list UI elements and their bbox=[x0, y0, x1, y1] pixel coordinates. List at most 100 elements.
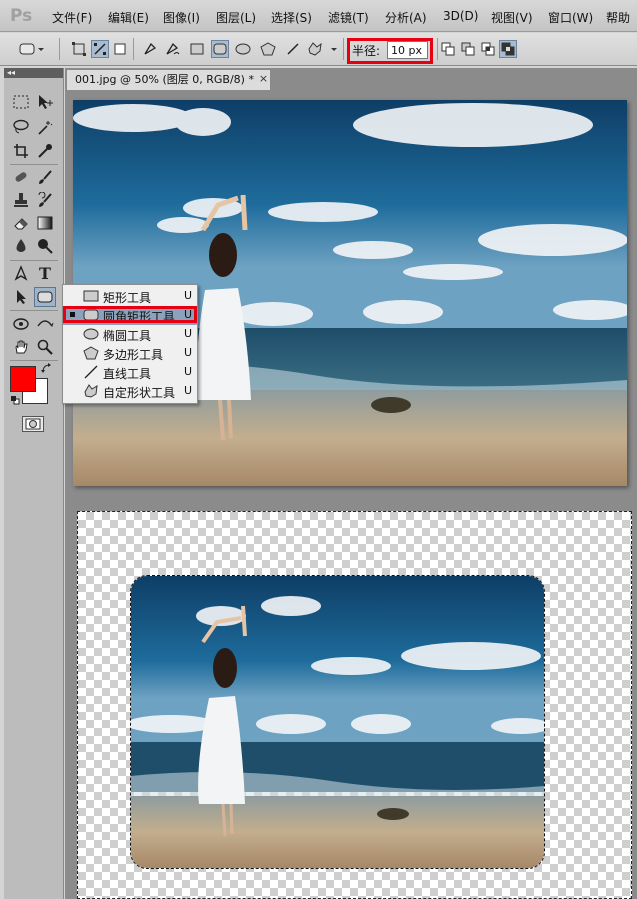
menu-layer[interactable]: 图层(L) bbox=[216, 9, 256, 26]
flyout-label: 多边形工具 bbox=[103, 348, 164, 362]
shape-layers-icon bbox=[72, 42, 86, 56]
polygon-icon bbox=[260, 42, 276, 56]
rounded-corner-photo[interactable] bbox=[130, 575, 545, 869]
rounded-rectangle-icon bbox=[37, 291, 53, 303]
flyout-item-rectangle[interactable]: 矩形工具 U bbox=[63, 287, 197, 306]
droplet-icon bbox=[16, 239, 26, 252]
menu-bar: Ps 文件(F) 编辑(E) 图像(I) 图层(L) 选择(S) 滤镜(T) 分… bbox=[0, 0, 637, 32]
flyout-item-ellipse[interactable]: 椭圆工具 U bbox=[63, 325, 197, 344]
swap-colors-button[interactable] bbox=[40, 362, 54, 376]
history-brush-tool[interactable] bbox=[34, 190, 56, 210]
blur-tool[interactable] bbox=[10, 236, 32, 256]
rounded-rectangle-tool[interactable] bbox=[34, 287, 56, 307]
radius-highlight-box bbox=[347, 38, 433, 64]
marquee-icon bbox=[13, 95, 29, 109]
intersect-shape-icon bbox=[481, 42, 495, 56]
rounded-rectangle-icon bbox=[19, 43, 44, 55]
marquee-tool[interactable] bbox=[10, 92, 32, 112]
brush-tool[interactable] bbox=[34, 167, 56, 187]
exclude-button[interactable] bbox=[499, 40, 517, 58]
clone-stamp-tool[interactable] bbox=[10, 190, 32, 210]
flyout-shortcut: U bbox=[184, 346, 193, 359]
eyedropper-tool[interactable] bbox=[34, 141, 56, 161]
path-selection-tool[interactable] bbox=[10, 287, 32, 307]
app-logo: Ps bbox=[10, 6, 33, 26]
zoom-icon bbox=[37, 339, 53, 355]
menu-file[interactable]: 文件(F) bbox=[52, 9, 92, 26]
move-tool[interactable] bbox=[34, 92, 56, 112]
menu-help[interactable]: 帮助 bbox=[606, 9, 630, 26]
lasso-icon bbox=[13, 119, 29, 134]
3d-orbit-icon bbox=[37, 320, 54, 327]
history-brush-icon bbox=[38, 192, 52, 207]
eraser-icon bbox=[14, 218, 28, 230]
tools-panel-header[interactable]: ◂◂ bbox=[4, 68, 63, 78]
combine-button[interactable] bbox=[439, 40, 457, 58]
hand-icon bbox=[15, 340, 28, 354]
freeform-pen-button[interactable] bbox=[163, 40, 181, 58]
rectangle-icon bbox=[190, 43, 204, 55]
fill-pixels-button[interactable] bbox=[111, 40, 129, 58]
shape-layers-button[interactable] bbox=[70, 40, 88, 58]
hand-tool[interactable] bbox=[10, 337, 32, 357]
foreground-color-swatch[interactable] bbox=[10, 366, 36, 392]
polygon-tool-button[interactable] bbox=[259, 40, 277, 58]
ellipse-tool-button[interactable] bbox=[234, 40, 252, 58]
magic-wand-tool[interactable] bbox=[34, 117, 56, 137]
rectangle-tool-button[interactable] bbox=[188, 40, 206, 58]
line-icon bbox=[287, 43, 299, 55]
default-colors-button[interactable] bbox=[10, 394, 20, 405]
ellipse-icon bbox=[83, 328, 99, 340]
3d-orbit-tool[interactable] bbox=[34, 314, 56, 334]
paths-button[interactable] bbox=[91, 40, 109, 58]
line-tool-button[interactable] bbox=[284, 40, 302, 58]
tool-preset-picker[interactable] bbox=[18, 40, 46, 58]
flyout-shortcut: U bbox=[184, 327, 193, 340]
menu-image[interactable]: 图像(I) bbox=[163, 9, 200, 26]
rectangle-icon bbox=[83, 290, 99, 302]
flyout-shortcut: U bbox=[184, 384, 193, 397]
3d-rotate-tool[interactable] bbox=[10, 314, 32, 334]
default-colors-icon bbox=[11, 396, 20, 405]
subtract-button[interactable] bbox=[459, 40, 477, 58]
rounded-rectangle-icon bbox=[213, 43, 227, 55]
options-bar bbox=[0, 33, 637, 66]
dodge-icon bbox=[38, 239, 53, 254]
menu-edit[interactable]: 编辑(E) bbox=[108, 9, 149, 26]
polygon-icon bbox=[83, 346, 99, 360]
freeform-pen-icon bbox=[166, 42, 180, 55]
quick-mask-button[interactable] bbox=[22, 416, 44, 432]
document-tab[interactable]: 001.jpg @ 50% (图层 0, RGB/8) * bbox=[66, 69, 271, 90]
dodge-tool[interactable] bbox=[34, 236, 56, 256]
subtract-shape-icon bbox=[461, 42, 475, 56]
gradient-tool[interactable] bbox=[34, 213, 56, 233]
flyout-label: 直线工具 bbox=[103, 367, 152, 381]
eraser-tool[interactable] bbox=[10, 213, 32, 233]
pen-tool[interactable] bbox=[10, 263, 32, 283]
zoom-tool[interactable] bbox=[34, 337, 56, 357]
menu-window[interactable]: 窗口(W) bbox=[548, 9, 593, 26]
rounded-rectangle-tool-button[interactable] bbox=[211, 40, 229, 58]
lasso-tool[interactable] bbox=[10, 117, 32, 137]
custom-shape-picker[interactable] bbox=[306, 40, 340, 58]
menu-view[interactable]: 视图(V) bbox=[491, 9, 533, 26]
menu-analysis[interactable]: 分析(A) bbox=[385, 9, 427, 26]
intersect-button[interactable] bbox=[479, 40, 497, 58]
menu-select[interactable]: 选择(S) bbox=[271, 9, 312, 26]
flyout-item-polygon[interactable]: 多边形工具 U bbox=[63, 344, 197, 363]
menu-filter[interactable]: 滤镜(T) bbox=[328, 9, 369, 26]
flyout-item-custom-shape[interactable]: 自定形状工具 U bbox=[63, 382, 197, 401]
menu-3d[interactable]: 3D(D) bbox=[443, 9, 478, 23]
beach-photo-rounded bbox=[131, 576, 544, 868]
flyout-item-line[interactable]: 直线工具 U bbox=[63, 363, 197, 382]
crop-tool[interactable] bbox=[10, 141, 32, 161]
healing-brush-tool[interactable] bbox=[10, 167, 32, 187]
type-tool[interactable]: T bbox=[34, 263, 56, 283]
close-icon[interactable]: × bbox=[257, 72, 270, 85]
crop-icon bbox=[14, 144, 28, 158]
flyout-highlight-box bbox=[63, 306, 197, 323]
shape-tools-flyout: 矩形工具 U 圆角矩形工具 U 椭圆工具 U 多边形工具 U 直线工具 U 自定… bbox=[62, 284, 198, 404]
eyedropper-icon bbox=[38, 144, 52, 158]
bandage-icon bbox=[15, 172, 27, 182]
pen-tool-button[interactable] bbox=[141, 40, 159, 58]
